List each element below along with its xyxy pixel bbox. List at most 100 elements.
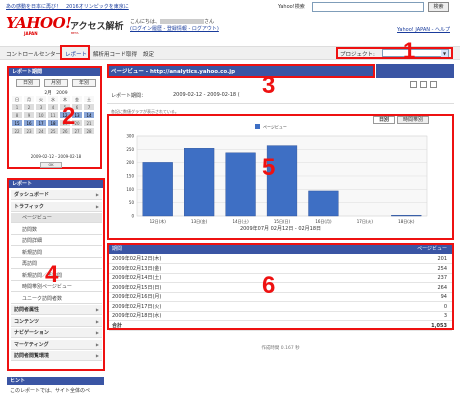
menu-item[interactable]: 訪問者閲覧環境 ▶ [11,351,102,361]
calendar-day[interactable]: 11 [48,112,59,119]
calendar-day[interactable]: 4 [48,104,59,111]
calendar-day[interactable]: 25 [48,128,59,135]
callout-6: 6 [262,272,276,299]
weekday-label: 日 [12,96,23,103]
nav-control-center[interactable]: コントロールセンター [6,50,61,58]
total-label: 合計 [112,322,123,329]
calendar-day[interactable]: 17 [36,120,47,127]
menu-item[interactable]: マーケティング ▶ [11,339,102,350]
calendar-day[interactable]: 3 [36,104,47,111]
legend-swatch [255,124,260,129]
calendar-day[interactable]: 8 [12,112,23,119]
menu-item[interactable]: コンテンツ ▶ [11,316,102,327]
row-date: 2009年02月13日(金) [112,265,162,272]
table-row: 2009年02月14日(土) 237 [109,274,452,283]
calendar-day[interactable]: 10 [36,112,47,119]
calendar-day[interactable]: 9 [24,112,35,119]
table-row: 2009年02月17日(火) 0 [109,303,452,312]
table-total-row: 合計 1,053 [109,322,452,331]
mail-icon[interactable] [430,81,437,88]
menu-item-label: ページビュー [22,215,52,221]
y-tick-label: 250 [126,147,134,152]
callout-box-nav [60,45,90,60]
menu-item[interactable]: トラフィック ▶ [11,201,102,212]
export-csv-icon[interactable] [410,81,417,88]
calendar-day[interactable]: 16 [24,120,35,127]
yahoo-logo[interactable]: YAHOO! JAPAN [6,16,72,38]
chevron-right-icon: ▶ [95,203,99,209]
y-tick-label: 100 [126,187,134,192]
menu-item-label: 再訪問 [22,261,38,267]
menu-item[interactable]: ページビュー [11,213,102,223]
row-value: 94 [440,294,447,300]
greeting-suffix: さん [204,19,215,25]
bar [308,190,339,217]
tab-monthly[interactable]: 月別 [44,79,68,87]
menu-item-label: ナビゲーション [14,330,49,336]
report-period-header: レポート期間 [9,68,100,76]
calendar-day[interactable]: 22 [12,128,23,135]
calendar-day[interactable]: 2 [24,104,35,111]
tab-yearly[interactable]: 年別 [72,79,96,87]
weekday-label: 水 [48,96,59,103]
menu-item[interactable]: 訪問詳細 [11,236,102,246]
menu-item-label: 新規訪問 [22,249,43,256]
row-value: 264 [437,284,447,291]
greeting: こんにちは、 さん (ログイン履歴 - 登録情報 - ログアウト) [130,19,219,33]
menu-item[interactable]: 訪問数 [11,225,102,235]
row-date: 2009年02月17日(火) [112,303,162,310]
menu-item-label: ダッシュボード [14,192,50,198]
calendar-day[interactable]: 18 [48,120,59,127]
page-title: ページビュー - http://analytics.yahoo.co.jp [111,69,236,75]
menu-item[interactable]: 新規訪問 [11,248,102,258]
bar [225,152,256,217]
nav-code[interactable]: 解析用コード取得 [93,50,137,58]
calendar-day[interactable]: 7 [84,104,95,111]
menu-item-label: 訪問者閲覧環境 [14,353,50,359]
menu-item[interactable]: ユニーク訪問者数 [11,294,102,304]
callout-3: 3 [262,72,276,99]
callout-2: 2 [62,103,76,130]
total-value: 1,053 [431,322,447,329]
export-pdf-icon[interactable] [420,81,427,88]
calendar-day[interactable]: 15 [12,120,23,127]
table-header: 期間 ページビュー [109,245,452,254]
period-row [107,80,454,104]
campaign-link[interactable]: あの感動を日本に再び！ 2016オリンピックを東京に [6,3,129,10]
account-links[interactable]: (ログイン履歴 - 登録情報 - ログアウト) [130,26,219,32]
search-button[interactable]: 検索 [428,2,449,12]
weekday-label: 月 [24,96,35,103]
tab-daily[interactable]: 日別 [16,79,40,87]
bar [142,162,173,217]
legend-label: ページビュー [263,124,287,130]
row-value: 254 [437,265,447,272]
pageview-chart: 0 50 100 150 200 250 300 ページビュー 12日(木) 13日(金) 14日(… [126,124,428,224]
calendar-day[interactable]: 24 [36,128,47,135]
calendar-day[interactable]: 23 [24,128,35,135]
period-value: 2009-02-12 - 2009-02-18 ( [173,92,240,98]
top-bar: あの感動を日本に再び！ 2016オリンピックを東京に Yahoo!検索 検索 [0,0,460,12]
calendar-day[interactable]: 21 [84,120,95,127]
menu-item[interactable]: 訪問者属性 ▶ [11,305,102,315]
calendar-day[interactable]: 28 [84,128,95,135]
project-select[interactable]: ▼ [382,49,449,57]
project-label: プロジェクト: [340,52,375,58]
search-input[interactable] [312,2,424,12]
nav-settings[interactable]: 設定 [143,50,154,58]
chevron-right-icon: ▶ [95,318,99,324]
calendar-ok-button[interactable]: OK [40,162,62,168]
x-tick-label: 12日(木) [150,218,167,224]
callout-4: 4 [45,261,59,288]
bar [184,148,215,217]
chevron-right-icon: ▶ [95,353,99,358]
calendar-day[interactable]: 1 [12,104,23,111]
chart-caption: 2009年07月 02月12日 - 02月18日 [239,226,322,232]
yahoo-help-links[interactable]: Yahoo! JAPAN - ヘルプ [397,26,450,33]
chevron-down-icon: ▼ [441,50,448,57]
chevron-right-icon: ▶ [95,192,99,197]
calendar-day[interactable]: 14 [84,112,95,119]
menu-item[interactable]: ダッシュボード ▶ [11,190,102,200]
hint-text: このレポートでは、サイト全体のペ [10,388,91,394]
x-tick-label: 15日(日) [274,219,291,224]
menu-item[interactable]: ナビゲーション ▶ [11,328,102,338]
